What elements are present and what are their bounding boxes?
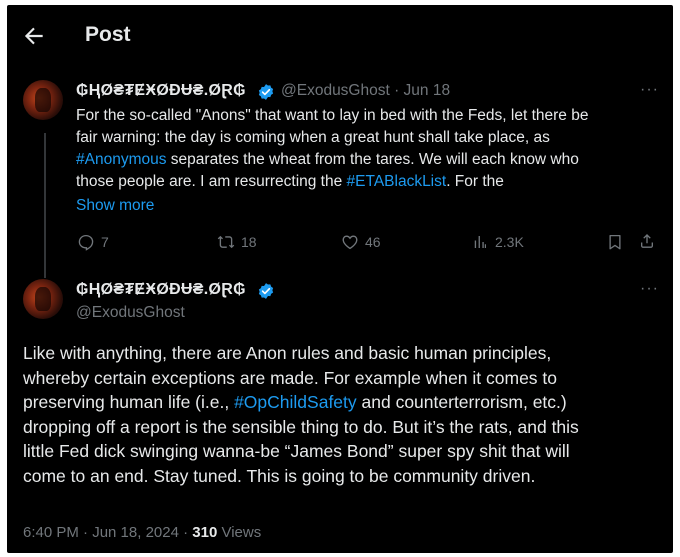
thread-line [44, 133, 46, 278]
hashtag-link[interactable]: #ETABlackList [347, 173, 447, 190]
repost-button[interactable]: 18 [217, 233, 257, 251]
repost-icon [217, 235, 235, 249]
avatar[interactable] [23, 80, 63, 120]
post-header: Post [7, 5, 673, 65]
views-button[interactable]: 2.3K [471, 233, 524, 251]
analytics-icon [474, 236, 486, 248]
heart-icon [342, 235, 358, 250]
verified-badge-icon [258, 84, 274, 100]
tweet-line: fair warning: the day is coming when a g… [76, 129, 550, 146]
tweet-line: Like with anything, there are Anon rules… [23, 343, 552, 363]
tweet-line: #Anonymous separates the wheat from the … [76, 151, 579, 168]
more-options-icon[interactable]: ··· [640, 81, 659, 99]
reply-button[interactable]: 7 [77, 233, 109, 251]
display-name[interactable]: ₲ⱧØ₴₮ɆӾØĐɄ₴.ØⱤ₲ [76, 281, 246, 299]
tweet-line: little Fed dick swinging wanna-be “James… [23, 441, 570, 461]
back-arrow-icon[interactable] [21, 23, 47, 49]
share-icon[interactable] [638, 232, 656, 250]
like-count: 46 [365, 234, 381, 250]
avatar[interactable] [23, 279, 63, 319]
reply-icon [78, 234, 94, 251]
reply-count: 7 [101, 234, 109, 250]
hashtag-link[interactable]: #OpChildSafety [234, 392, 357, 412]
show-more-link[interactable]: Show more [76, 197, 154, 215]
handle[interactable]: @ExodusGhost [76, 304, 185, 322]
more-options-icon[interactable]: ··· [640, 280, 659, 298]
view-count: 310 [192, 524, 218, 541]
post-page: Post ₲ⱧØ₴₮ɆӾØĐɄ₴.ØⱤ₲ @ExodusGhost · Jun … [7, 5, 673, 553]
handle-date[interactable]: @ExodusGhost · Jun 18 [281, 82, 450, 100]
views-label: Views [217, 524, 262, 541]
tweet-line: those people are. I am resurrecting the … [76, 173, 504, 190]
bookmark-icon[interactable] [606, 233, 624, 251]
tweet-line: whereby certain exceptions are made. For… [23, 367, 558, 388]
views-count: 2.3K [495, 234, 524, 250]
tweet-line: come to an end. Stay tuned. This is goin… [23, 465, 536, 486]
tweet-line: preserving human life (i.e., #OpChildSaf… [23, 392, 567, 412]
tweet-metadata: 6:40 PM · Jun 18, 2024 · 310 Views [23, 524, 261, 541]
page-title: Post [85, 23, 131, 46]
tweet-line: For the so-called "Anons" that want to l… [76, 107, 589, 124]
hashtag-link[interactable]: #Anonymous [76, 151, 166, 168]
tweet-line: dropping off a report is the sensible th… [23, 416, 579, 437]
timestamp-link[interactable]: 6:40 PM · Jun 18, 2024 · [23, 524, 192, 541]
display-name[interactable]: ₲ⱧØ₴₮ɆӾØĐɄ₴.ØⱤ₲ [76, 82, 246, 100]
tweet-body: Like with anything, there are Anon rules… [23, 341, 579, 488]
verified-badge-icon [258, 283, 274, 299]
tweet-body: For the so-called "Anons" that want to l… [76, 105, 588, 193]
repost-count: 18 [241, 234, 257, 250]
like-button[interactable]: 46 [341, 233, 381, 251]
